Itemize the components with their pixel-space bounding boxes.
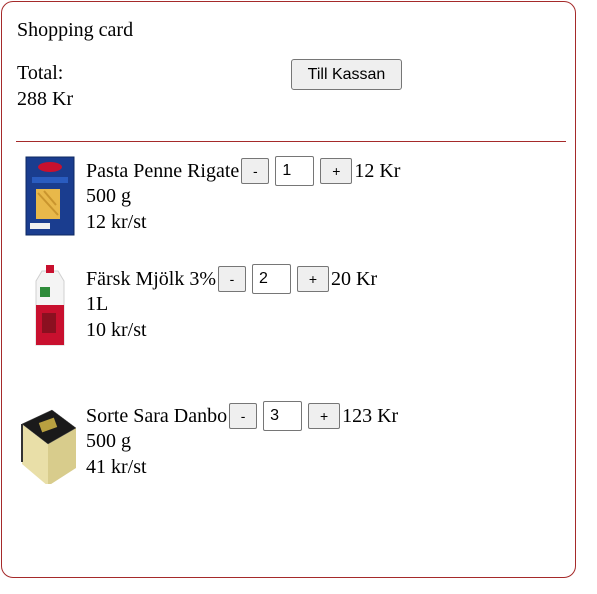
shopping-cart-panel: Shopping card Total: 288 Kr Till Kassan …	[1, 1, 576, 578]
item-controls: Sorte Sara Danbo - + 123 Kr	[86, 400, 398, 432]
increase-quantity-button[interactable]: +	[320, 158, 353, 184]
cheese-block-icon	[18, 402, 80, 486]
increase-quantity-button[interactable]: +	[308, 403, 341, 429]
item-size: 500 g	[86, 430, 131, 452]
total-label: Total:	[17, 62, 64, 84]
item-name: Pasta Penne Rigate	[86, 159, 240, 182]
item-name: Färsk Mjölk 3%	[86, 267, 216, 290]
item-price: 20 Kr	[331, 267, 378, 290]
item-size: 1L	[86, 293, 109, 315]
increase-quantity-button[interactable]: +	[297, 266, 329, 292]
decrease-quantity-button[interactable]: -	[218, 266, 246, 292]
total-value: 288 Kr	[17, 88, 74, 110]
quantity-input[interactable]	[275, 156, 315, 186]
item-controls: Färsk Mjölk 3% - + 20 Kr	[86, 263, 377, 295]
item-unit-price: 10 kr/st	[86, 319, 147, 341]
checkout-button[interactable]: Till Kassan	[291, 59, 402, 90]
pasta-box-icon	[18, 155, 80, 237]
item-name: Sorte Sara Danbo	[86, 404, 228, 427]
quantity-input[interactable]	[263, 401, 303, 431]
item-price: 123 Kr	[342, 404, 399, 427]
item-size: 500 g	[86, 185, 131, 207]
divider	[16, 141, 566, 142]
decrease-quantity-button[interactable]: -	[241, 158, 270, 184]
item-controls: Pasta Penne Rigate - + 12 Kr	[86, 155, 400, 187]
quantity-input[interactable]	[252, 264, 291, 294]
cart-title: Shopping card	[17, 19, 134, 41]
decrease-quantity-button[interactable]: -	[229, 403, 258, 429]
item-price: 12 Kr	[354, 159, 401, 182]
item-unit-price: 41 kr/st	[86, 456, 147, 478]
milk-carton-icon	[18, 265, 80, 347]
item-unit-price: 12 kr/st	[86, 211, 147, 233]
